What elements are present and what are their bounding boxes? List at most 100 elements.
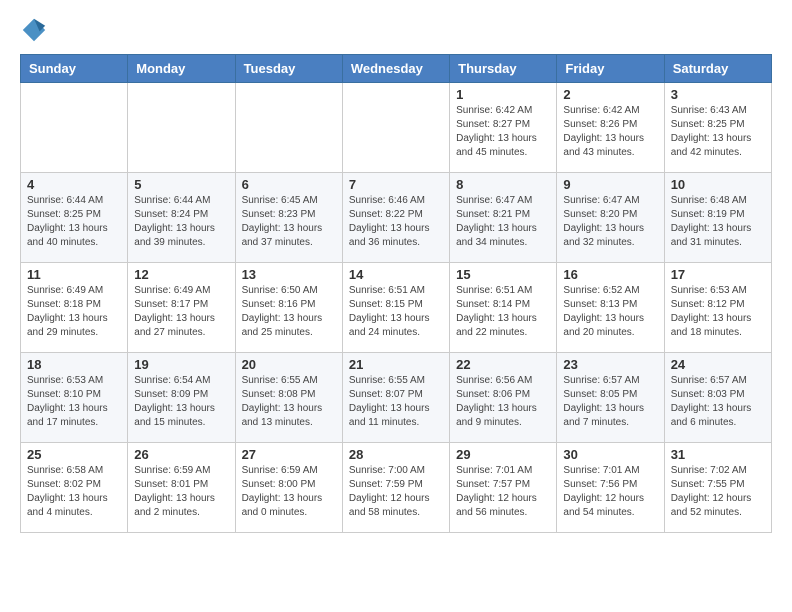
calendar-cell: 3 Sunrise: 6:43 AM Sunset: 8:25 PM Daylig…: [664, 83, 771, 173]
day-info: Sunrise: 6:57 AM Sunset: 8:03 PM Dayligh…: [671, 374, 765, 430]
day-number: 25: [27, 447, 121, 462]
day-number: 19: [134, 357, 228, 372]
day-number: 13: [242, 267, 336, 282]
day-number: 12: [134, 267, 228, 282]
day-info: Sunrise: 7:01 AM Sunset: 7:56 PM Dayligh…: [563, 464, 657, 520]
day-info: Sunrise: 6:55 AM Sunset: 8:07 PM Dayligh…: [349, 374, 443, 430]
calendar-header-thursday: Thursday: [450, 55, 557, 83]
day-info: Sunrise: 7:01 AM Sunset: 7:57 PM Dayligh…: [456, 464, 550, 520]
day-number: 29: [456, 447, 550, 462]
day-number: 3: [671, 87, 765, 102]
day-number: 14: [349, 267, 443, 282]
day-info: Sunrise: 6:54 AM Sunset: 8:09 PM Dayligh…: [134, 374, 228, 430]
calendar-header-friday: Friday: [557, 55, 664, 83]
day-info: Sunrise: 6:44 AM Sunset: 8:25 PM Dayligh…: [27, 194, 121, 250]
day-info: Sunrise: 6:49 AM Sunset: 8:17 PM Dayligh…: [134, 284, 228, 340]
calendar-cell: 16 Sunrise: 6:52 AM Sunset: 8:13 PM Dayli…: [557, 263, 664, 353]
calendar-cell: 2 Sunrise: 6:42 AM Sunset: 8:26 PM Daylig…: [557, 83, 664, 173]
calendar-cell: 26 Sunrise: 6:59 AM Sunset: 8:01 PM Dayli…: [128, 443, 235, 533]
day-info: Sunrise: 6:43 AM Sunset: 8:25 PM Dayligh…: [671, 104, 765, 160]
calendar-cell: 9Sunrise: 6:47 AM Sunset: 8:20 PM Daylig…: [557, 173, 664, 263]
calendar-cell: 19 Sunrise: 6:54 AM Sunset: 8:09 PM Dayli…: [128, 353, 235, 443]
calendar-cell: 11Sunrise: 6:49 AM Sunset: 8:18 PM Dayli…: [21, 263, 128, 353]
calendar-cell: 14Sunrise: 6:51 AM Sunset: 8:15 PM Dayli…: [342, 263, 449, 353]
day-number: 31: [671, 447, 765, 462]
calendar-cell: 4 Sunrise: 6:44 AM Sunset: 8:25 PM Daylig…: [21, 173, 128, 263]
day-number: 15: [456, 267, 550, 282]
calendar-cell: 15 Sunrise: 6:51 AM Sunset: 8:14 PM Dayli…: [450, 263, 557, 353]
day-number: 9: [563, 177, 657, 192]
day-info: Sunrise: 6:59 AM Sunset: 8:01 PM Dayligh…: [134, 464, 228, 520]
calendar-cell: 18 Sunrise: 6:53 AM Sunset: 8:10 PM Dayli…: [21, 353, 128, 443]
day-number: 7: [349, 177, 443, 192]
calendar-cell: 25 Sunrise: 6:58 AM Sunset: 8:02 PM Dayli…: [21, 443, 128, 533]
day-number: 4: [27, 177, 121, 192]
calendar-cell: 27Sunrise: 6:59 AM Sunset: 8:00 PM Dayli…: [235, 443, 342, 533]
calendar-cell: 7 Sunrise: 6:46 AM Sunset: 8:22 PM Daylig…: [342, 173, 449, 263]
day-number: 11: [27, 267, 121, 282]
logo-icon: [20, 16, 48, 44]
day-info: Sunrise: 6:51 AM Sunset: 8:14 PM Dayligh…: [456, 284, 550, 340]
calendar-cell: [21, 83, 128, 173]
calendar-week-row: 4 Sunrise: 6:44 AM Sunset: 8:25 PM Daylig…: [21, 173, 772, 263]
calendar-cell: 30Sunrise: 7:01 AM Sunset: 7:56 PM Dayli…: [557, 443, 664, 533]
day-number: 16: [563, 267, 657, 282]
day-number: 17: [671, 267, 765, 282]
calendar-cell: 20Sunrise: 6:55 AM Sunset: 8:08 PM Dayli…: [235, 353, 342, 443]
day-number: 21: [349, 357, 443, 372]
day-info: Sunrise: 6:42 AM Sunset: 8:27 PM Dayligh…: [456, 104, 550, 160]
calendar-header-sunday: Sunday: [21, 55, 128, 83]
day-info: Sunrise: 6:50 AM Sunset: 8:16 PM Dayligh…: [242, 284, 336, 340]
calendar-cell: [128, 83, 235, 173]
calendar-header-monday: Monday: [128, 55, 235, 83]
calendar-cell: 23 Sunrise: 6:57 AM Sunset: 8:05 PM Dayli…: [557, 353, 664, 443]
calendar-cell: 24Sunrise: 6:57 AM Sunset: 8:03 PM Dayli…: [664, 353, 771, 443]
day-info: Sunrise: 6:58 AM Sunset: 8:02 PM Dayligh…: [27, 464, 121, 520]
header: [20, 16, 772, 44]
day-info: Sunrise: 6:53 AM Sunset: 8:12 PM Dayligh…: [671, 284, 765, 340]
calendar-cell: [342, 83, 449, 173]
calendar-cell: 10 Sunrise: 6:48 AM Sunset: 8:19 PM Dayli…: [664, 173, 771, 263]
day-number: 2: [563, 87, 657, 102]
day-number: 18: [27, 357, 121, 372]
day-number: 23: [563, 357, 657, 372]
day-number: 22: [456, 357, 550, 372]
calendar-cell: 1 Sunrise: 6:42 AM Sunset: 8:27 PM Daylig…: [450, 83, 557, 173]
day-info: Sunrise: 6:48 AM Sunset: 8:19 PM Dayligh…: [671, 194, 765, 250]
day-info: Sunrise: 6:46 AM Sunset: 8:22 PM Dayligh…: [349, 194, 443, 250]
calendar-cell: 29 Sunrise: 7:01 AM Sunset: 7:57 PM Dayli…: [450, 443, 557, 533]
calendar-header-wednesday: Wednesday: [342, 55, 449, 83]
calendar-header-row: SundayMondayTuesdayWednesdayThursdayFrid…: [21, 55, 772, 83]
calendar-cell: 6 Sunrise: 6:45 AM Sunset: 8:23 PM Daylig…: [235, 173, 342, 263]
day-info: Sunrise: 6:47 AM Sunset: 8:21 PM Dayligh…: [456, 194, 550, 250]
day-info: Sunrise: 6:52 AM Sunset: 8:13 PM Dayligh…: [563, 284, 657, 340]
day-number: 5: [134, 177, 228, 192]
day-info: Sunrise: 6:57 AM Sunset: 8:05 PM Dayligh…: [563, 374, 657, 430]
calendar-week-row: 1 Sunrise: 6:42 AM Sunset: 8:27 PM Daylig…: [21, 83, 772, 173]
day-info: Sunrise: 6:45 AM Sunset: 8:23 PM Dayligh…: [242, 194, 336, 250]
calendar-cell: 31 Sunrise: 7:02 AM Sunset: 7:55 PM Dayli…: [664, 443, 771, 533]
calendar-header-tuesday: Tuesday: [235, 55, 342, 83]
day-info: Sunrise: 7:00 AM Sunset: 7:59 PM Dayligh…: [349, 464, 443, 520]
calendar-cell: 28 Sunrise: 7:00 AM Sunset: 7:59 PM Dayli…: [342, 443, 449, 533]
day-number: 8: [456, 177, 550, 192]
day-number: 10: [671, 177, 765, 192]
calendar-header-saturday: Saturday: [664, 55, 771, 83]
day-info: Sunrise: 6:56 AM Sunset: 8:06 PM Dayligh…: [456, 374, 550, 430]
calendar-cell: 22 Sunrise: 6:56 AM Sunset: 8:06 PM Dayli…: [450, 353, 557, 443]
day-info: Sunrise: 6:44 AM Sunset: 8:24 PM Dayligh…: [134, 194, 228, 250]
day-number: 28: [349, 447, 443, 462]
day-info: Sunrise: 6:42 AM Sunset: 8:26 PM Dayligh…: [563, 104, 657, 160]
day-number: 1: [456, 87, 550, 102]
calendar-cell: 21 Sunrise: 6:55 AM Sunset: 8:07 PM Dayli…: [342, 353, 449, 443]
calendar-cell: 8 Sunrise: 6:47 AM Sunset: 8:21 PM Daylig…: [450, 173, 557, 263]
calendar-week-row: 25 Sunrise: 6:58 AM Sunset: 8:02 PM Dayli…: [21, 443, 772, 533]
day-info: Sunrise: 6:53 AM Sunset: 8:10 PM Dayligh…: [27, 374, 121, 430]
day-info: Sunrise: 6:59 AM Sunset: 8:00 PM Dayligh…: [242, 464, 336, 520]
calendar-cell: 5 Sunrise: 6:44 AM Sunset: 8:24 PM Daylig…: [128, 173, 235, 263]
day-number: 6: [242, 177, 336, 192]
day-number: 26: [134, 447, 228, 462]
calendar-cell: 17 Sunrise: 6:53 AM Sunset: 8:12 PM Dayli…: [664, 263, 771, 353]
day-info: Sunrise: 7:02 AM Sunset: 7:55 PM Dayligh…: [671, 464, 765, 520]
calendar-week-row: 18 Sunrise: 6:53 AM Sunset: 8:10 PM Dayli…: [21, 353, 772, 443]
